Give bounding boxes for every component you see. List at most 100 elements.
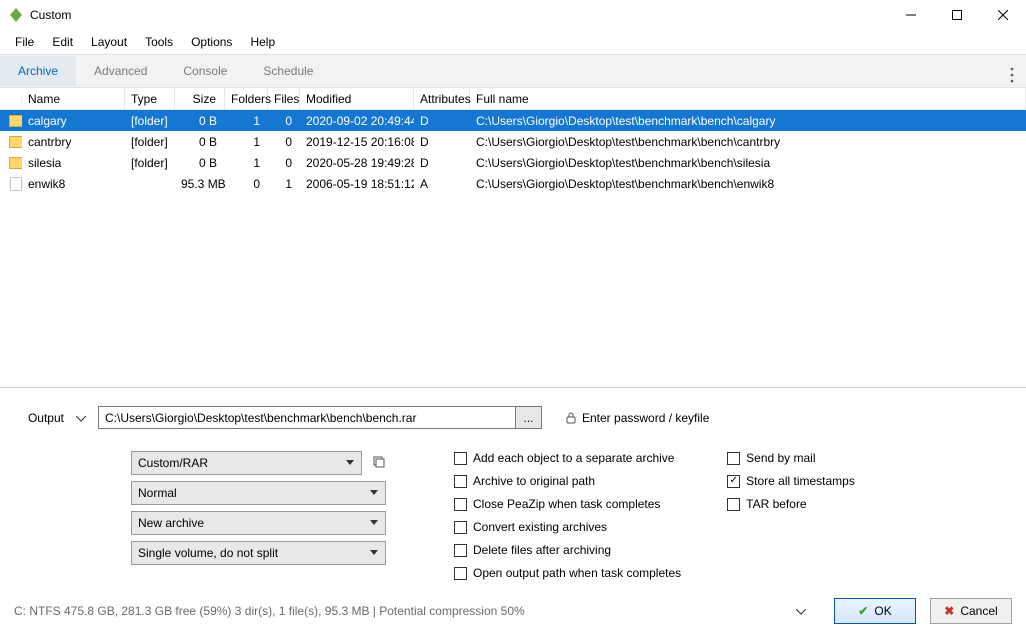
title-bar: Custom	[0, 0, 1026, 30]
cell-fullname: C:\Users\Giorgio\Desktop\test\benchmark\…	[470, 133, 1026, 151]
cancel-button[interactable]: ✖ Cancel	[930, 598, 1012, 624]
compression-level-select[interactable]: Normal	[131, 481, 386, 505]
checkbox-label: Add each object to a separate archive	[473, 451, 674, 465]
lock-icon	[566, 412, 576, 424]
tab-bar: Archive Advanced Console Schedule	[0, 54, 1026, 88]
table-row[interactable]: silesia[folder]0 B102020-05-28 19:49:28D…	[0, 152, 1026, 173]
left-check-1[interactable]: Archive to original path	[454, 474, 681, 488]
status-bar: C: NTFS 475.8 GB, 281.3 GB free (59%) 3 …	[0, 590, 1026, 632]
browse-button[interactable]: ...	[516, 406, 542, 429]
left-check-4[interactable]: Delete files after archiving	[454, 543, 681, 557]
window-title: Custom	[30, 8, 71, 22]
tab-advanced[interactable]: Advanced	[76, 56, 165, 86]
tab-schedule[interactable]: Schedule	[245, 56, 331, 86]
column-size[interactable]: Size	[175, 88, 225, 110]
cancel-label: Cancel	[960, 604, 997, 618]
folder-icon	[9, 136, 22, 148]
cell-fullname: C:\Users\Giorgio\Desktop\test\benchmark\…	[470, 154, 1026, 172]
checkbox-icon	[454, 544, 467, 557]
cell-name: silesia	[22, 154, 125, 172]
right-check-0[interactable]: Send by mail	[727, 451, 855, 465]
split-volume-select[interactable]: Single volume, do not split	[131, 541, 386, 565]
cell-modified: 2020-05-28 19:49:28	[300, 154, 414, 172]
checkbox-icon	[454, 475, 467, 488]
table-header: Name Type Size Folders Files Modified At…	[0, 88, 1026, 110]
menu-tools[interactable]: Tools	[136, 31, 182, 53]
right-check-2[interactable]: TAR before	[727, 497, 855, 511]
checkbox-label: Delete files after archiving	[473, 543, 611, 557]
checkbox-label: Close PeaZip when task completes	[473, 497, 660, 511]
left-check-0[interactable]: Add each object to a separate archive	[454, 451, 681, 465]
cell-attr: D	[414, 133, 470, 151]
file-icon	[10, 177, 22, 191]
column-type[interactable]: Type	[125, 88, 175, 110]
archive-format-select[interactable]: Custom/RAR	[131, 451, 362, 475]
copy-format-icon[interactable]	[372, 455, 386, 472]
file-list[interactable]: calgary[folder]0 B102020-09-02 20:49:44D…	[0, 110, 1026, 387]
column-modified[interactable]: Modified	[300, 88, 414, 110]
column-fullname[interactable]: Full name	[470, 88, 1026, 110]
column-attributes[interactable]: Attributes	[414, 88, 470, 110]
checkbox-icon	[727, 498, 740, 511]
cell-type: [folder]	[125, 133, 175, 151]
close-button[interactable]	[980, 0, 1026, 30]
menu-layout[interactable]: Layout	[82, 31, 136, 53]
cell-modified: 2020-09-02 20:49:44	[300, 112, 414, 130]
table-row[interactable]: enwik895.3 MB012006-05-19 18:51:12AC:\Us…	[0, 173, 1026, 194]
cell-size: 95.3 MB	[175, 175, 225, 193]
tab-archive[interactable]: Archive	[0, 56, 76, 86]
menu-edit[interactable]: Edit	[43, 31, 82, 53]
output-dropdown-icon[interactable]	[64, 411, 98, 425]
left-check-3[interactable]: Convert existing archives	[454, 520, 681, 534]
status-text: C: NTFS 475.8 GB, 281.3 GB free (59%) 3 …	[14, 604, 525, 618]
options-panel: Output ... Enter password / keyfile Cust…	[0, 388, 1026, 590]
minimize-button[interactable]	[888, 0, 934, 30]
checkbox-icon	[727, 452, 740, 465]
output-path-input[interactable]	[98, 406, 516, 429]
cell-files: 0	[268, 133, 300, 151]
checkbox-label: TAR before	[746, 497, 806, 511]
table-row[interactable]: cantrbry[folder]0 B102019-12-15 20:16:08…	[0, 131, 1026, 152]
checkbox-label: Send by mail	[746, 451, 815, 465]
cell-files: 0	[268, 112, 300, 130]
cell-files: 1	[268, 175, 300, 193]
checkbox-icon	[454, 567, 467, 580]
right-check-1[interactable]: ✓Store all timestamps	[727, 474, 855, 488]
x-icon: ✖	[944, 604, 954, 618]
cell-name: enwik8	[22, 175, 125, 193]
app-icon	[8, 7, 24, 23]
menu-options[interactable]: Options	[182, 31, 241, 53]
cell-name: calgary	[22, 112, 125, 130]
archive-mode-select[interactable]: New archive	[131, 511, 386, 535]
column-files[interactable]: Files	[268, 88, 300, 110]
checkbox-label: Open output path when task completes	[473, 566, 681, 580]
cell-modified: 2019-12-15 20:16:08	[300, 133, 414, 151]
cell-folders: 0	[225, 175, 268, 193]
tab-console[interactable]: Console	[165, 56, 245, 86]
password-link-label: Enter password / keyfile	[582, 411, 709, 425]
maximize-button[interactable]	[934, 0, 980, 30]
check-icon: ✔	[858, 604, 868, 618]
left-check-2[interactable]: Close PeaZip when task completes	[454, 497, 681, 511]
menu-file[interactable]: File	[6, 31, 43, 53]
checkbox-icon	[454, 521, 467, 534]
column-name[interactable]: Name	[22, 88, 125, 110]
checkbox-label: Store all timestamps	[746, 474, 855, 488]
folder-icon	[9, 115, 22, 127]
cell-files: 0	[268, 154, 300, 172]
cell-size: 0 B	[175, 154, 225, 172]
menu-help[interactable]: Help	[241, 31, 284, 53]
cell-fullname: C:\Users\Giorgio\Desktop\test\benchmark\…	[470, 175, 1026, 193]
table-row[interactable]: calgary[folder]0 B102020-09-02 20:49:44D…	[0, 110, 1026, 131]
cell-folders: 1	[225, 154, 268, 172]
left-check-5[interactable]: Open output path when task completes	[454, 566, 681, 580]
tab-overflow-button[interactable]	[1006, 63, 1018, 90]
checkbox-label: Convert existing archives	[473, 520, 607, 534]
ok-label: OK	[874, 604, 891, 618]
status-dropdown-icon[interactable]	[796, 604, 806, 618]
ok-button[interactable]: ✔ OK	[834, 598, 916, 624]
column-folders[interactable]: Folders	[225, 88, 268, 110]
cell-fullname: C:\Users\Giorgio\Desktop\test\benchmark\…	[470, 112, 1026, 130]
enter-password-link[interactable]: Enter password / keyfile	[566, 411, 709, 425]
output-label: Output	[16, 411, 64, 425]
